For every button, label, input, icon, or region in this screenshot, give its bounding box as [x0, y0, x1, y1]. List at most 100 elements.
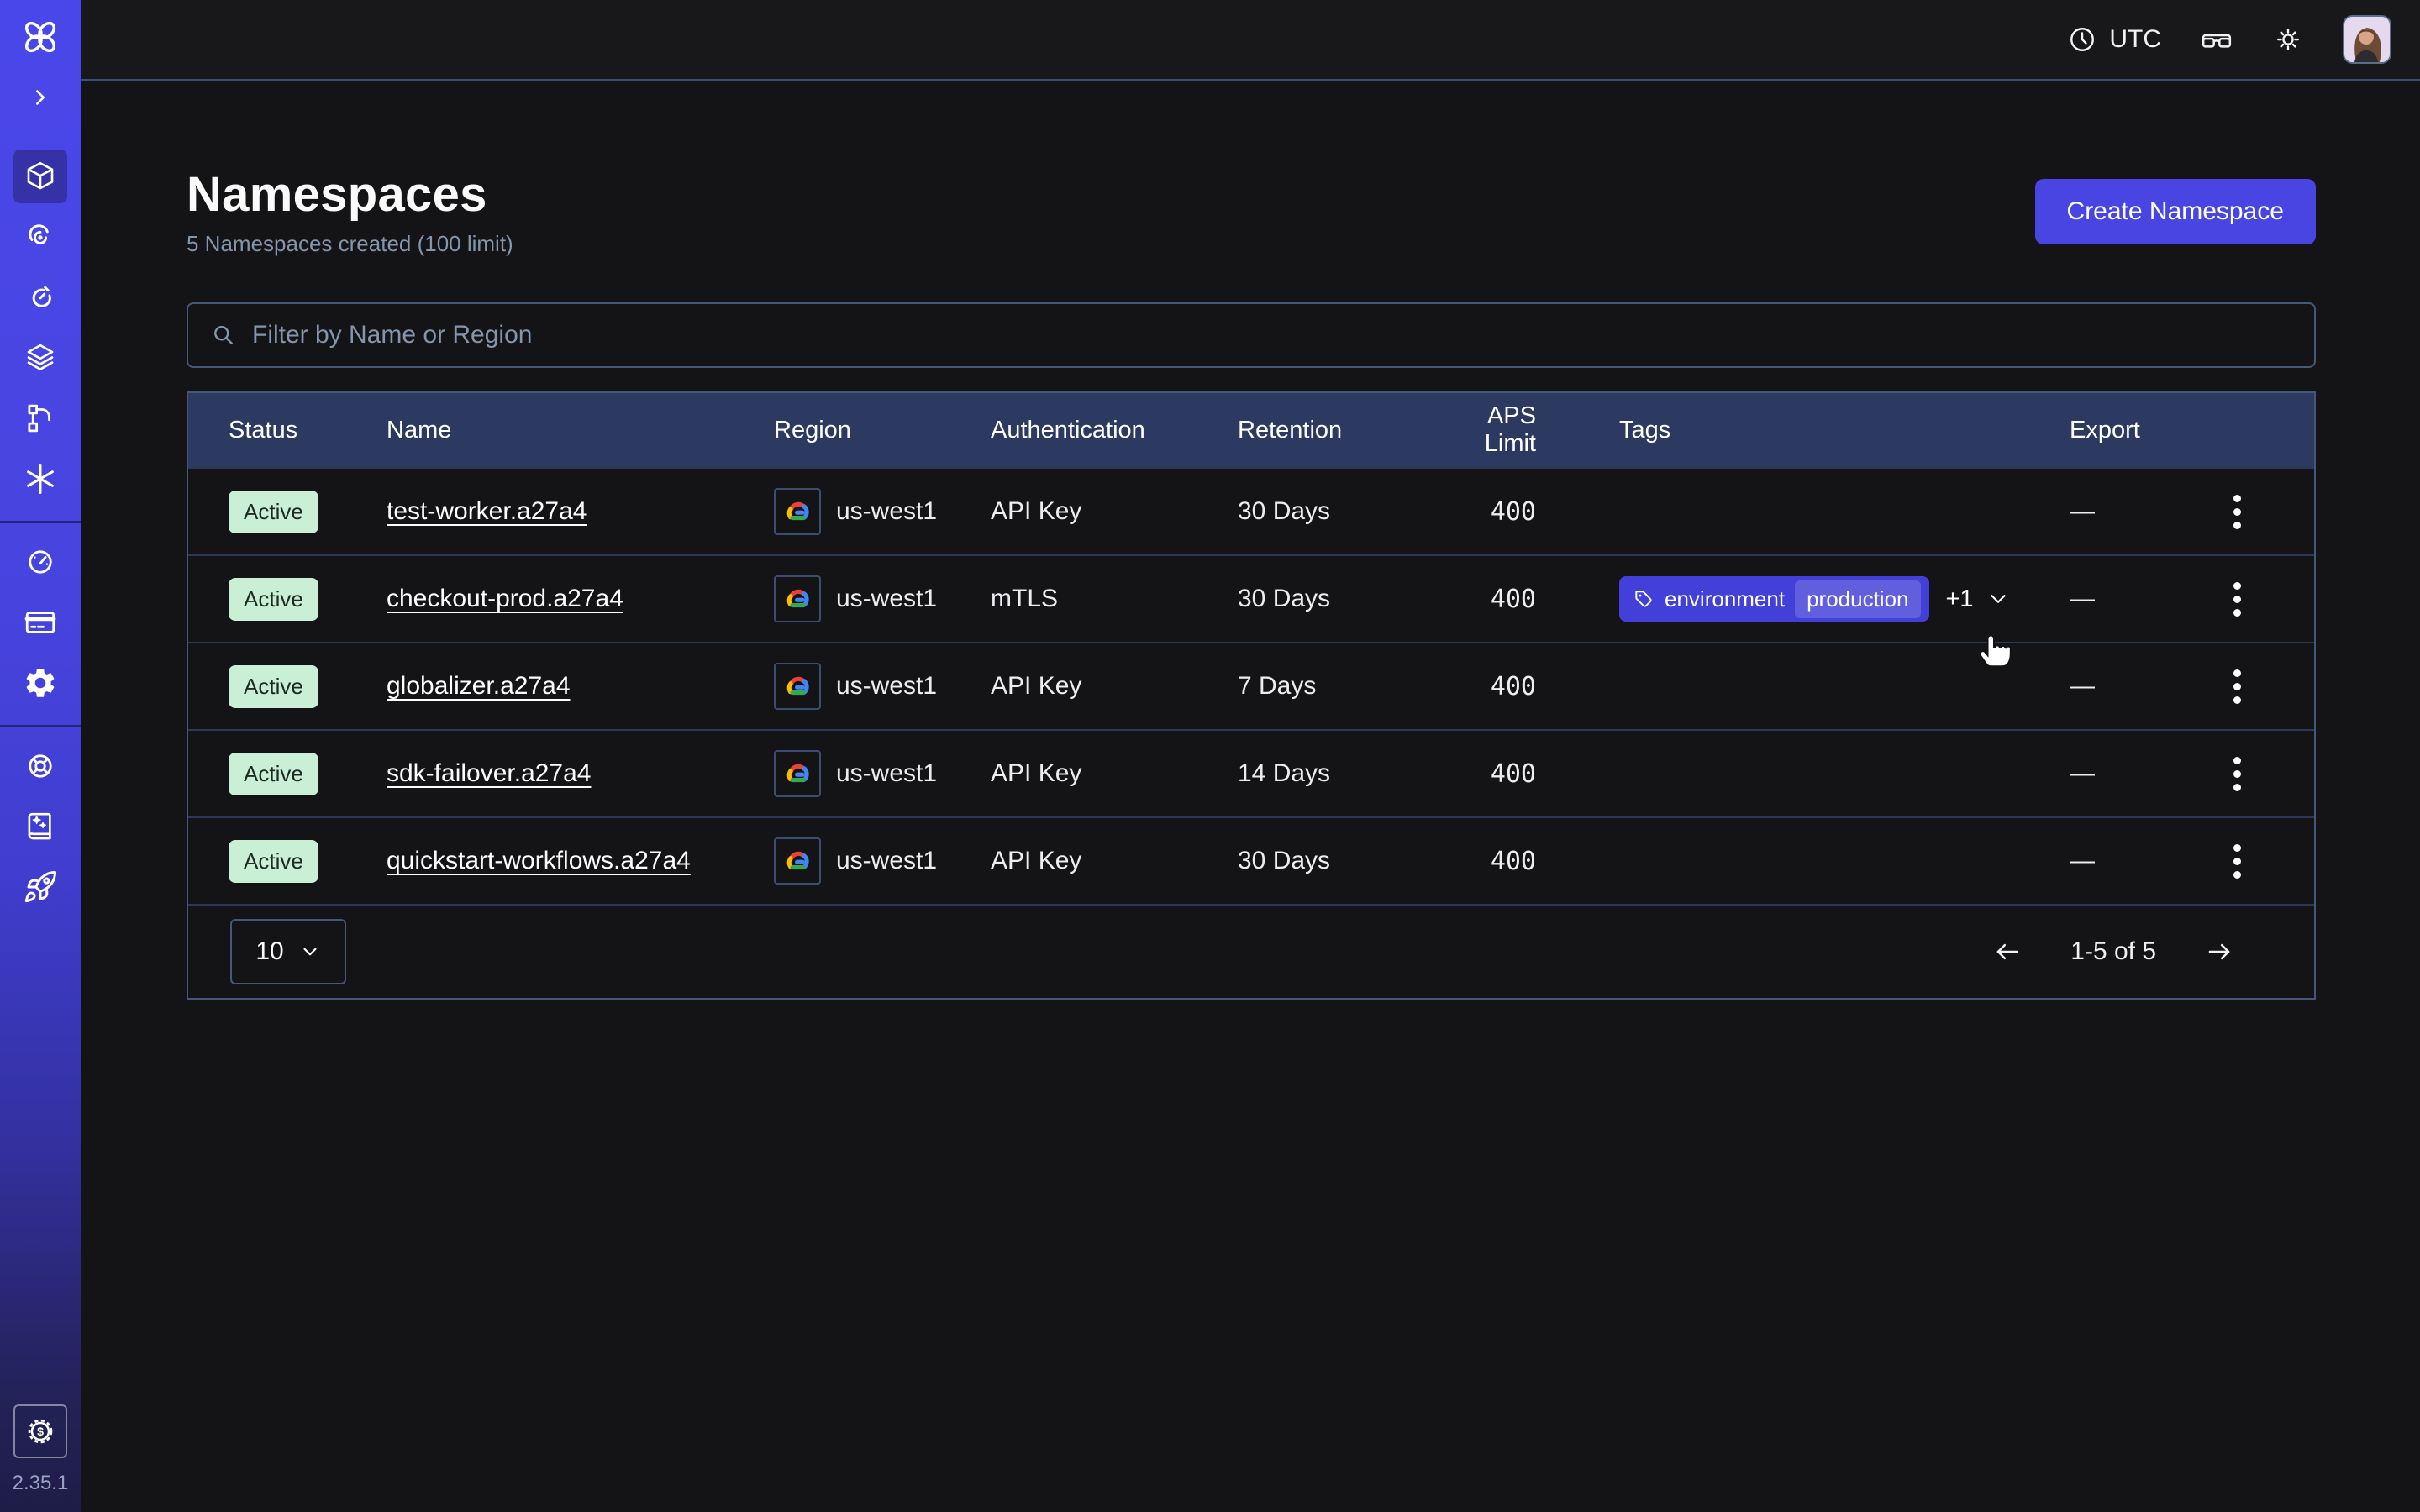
sidebar-item-namespaces[interactable]: [13, 150, 67, 203]
tag-pill[interactable]: environment production: [1619, 576, 1929, 622]
sidebar-item-docs[interactable]: [13, 800, 67, 853]
sidebar-item-schedules[interactable]: [13, 270, 67, 324]
credits-button[interactable]: $: [13, 1404, 67, 1458]
col-status: Status: [229, 417, 387, 444]
temporal-logo-icon: [18, 15, 62, 59]
row-menu-button[interactable]: [2212, 836, 2262, 886]
page-size-select[interactable]: 10: [230, 919, 346, 984]
sidebar-item-getting-started[interactable]: [13, 860, 67, 914]
tag-key: environment: [1665, 586, 1785, 612]
export-status: —: [2070, 847, 2212, 875]
namespace-link[interactable]: quickstart-workflows.a27a4: [387, 847, 691, 874]
svg-text:$: $: [37, 1425, 44, 1439]
auth-method: API Key: [991, 672, 1238, 701]
gcp-cloud-icon: [774, 663, 821, 710]
aps-limit: 400: [1430, 497, 1536, 527]
sidebar-expand-button[interactable]: [22, 79, 59, 116]
sun-icon: [2272, 24, 2304, 55]
page-size-value: 10: [255, 937, 283, 966]
row-menu-button[interactable]: [2212, 574, 2262, 624]
aps-limit: 400: [1430, 847, 1536, 876]
col-tags: Tags: [1536, 417, 2070, 444]
chevron-right-icon: [28, 85, 53, 110]
auth-method: API Key: [991, 759, 1238, 788]
sidebar-divider: [0, 521, 81, 523]
sidebar-item-workflows[interactable]: [13, 210, 67, 264]
page-title: Namespaces: [187, 166, 513, 223]
pagination-range: 1-5 of 5: [2070, 937, 2156, 966]
filter-bar: [187, 302, 2316, 368]
tag-more-count: +1: [1946, 585, 1974, 613]
accessibility-button[interactable]: [2200, 23, 2233, 56]
next-page-button[interactable]: [2203, 936, 2235, 968]
region-label: us-west1: [836, 585, 937, 613]
gcp-cloud-icon: [774, 488, 821, 535]
clock-icon: [2067, 24, 2097, 55]
aps-limit: 400: [1430, 585, 1536, 614]
export-status: —: [2070, 759, 2212, 788]
namespace-link[interactable]: sdk-failover.a27a4: [387, 759, 592, 787]
export-status: —: [2070, 585, 2212, 613]
table-row[interactable]: Active quickstart-workflows.a27a4 us-wes…: [188, 816, 2314, 904]
spiral-icon: [23, 219, 58, 255]
pagination: 1-5 of 5: [1991, 936, 2235, 968]
auth-method: API Key: [991, 497, 1238, 526]
export-status: —: [2070, 497, 2212, 526]
aps-limit: 400: [1430, 672, 1536, 701]
namespaces-table: Status Name Region Authentication Retent…: [187, 391, 2316, 1000]
sidebar-item-pipelines[interactable]: [13, 391, 67, 445]
gear-icon: [23, 665, 58, 701]
lifebuoy-icon: [23, 748, 58, 784]
gcp-cloud-icon: [774, 575, 821, 622]
region-label: us-west1: [836, 847, 937, 875]
dollar-badge-icon: $: [24, 1415, 57, 1448]
credit-card-icon: [23, 605, 58, 640]
tags-expand-button[interactable]: [1986, 586, 2011, 612]
sidebar-item-support[interactable]: [13, 739, 67, 793]
user-avatar[interactable]: [2343, 15, 2391, 64]
retention-period: 7 Days: [1238, 672, 1430, 701]
namespace-link[interactable]: test-worker.a27a4: [387, 497, 587, 525]
row-menu-button[interactable]: [2212, 486, 2262, 537]
sidebar-item-usage[interactable]: [13, 535, 67, 589]
sidebar-item-nexus[interactable]: [13, 452, 67, 506]
table-row[interactable]: Active sdk-failover.a27a4 us-west1 API K…: [188, 729, 2314, 816]
row-menu-button[interactable]: [2212, 748, 2262, 799]
sidebar-bottom: $ 2.35.1: [13, 1404, 69, 1512]
glasses-icon: [2200, 23, 2233, 56]
table-row[interactable]: Active test-worker.a27a4 us-west1 API Ke…: [188, 467, 2314, 554]
col-authentication: Authentication: [991, 417, 1238, 444]
app-version: 2.35.1: [13, 1472, 69, 1495]
col-export: Export: [2070, 417, 2212, 444]
col-retention: Retention: [1238, 417, 1430, 444]
sidebar-divider: [0, 725, 81, 727]
git-branch-icon: [23, 401, 58, 436]
sidebar-item-billing[interactable]: [13, 596, 67, 649]
table-row[interactable]: Active globalizer.a27a4 us-west1 API Key…: [188, 642, 2314, 729]
filter-input[interactable]: [252, 321, 2294, 349]
retention-period: 30 Days: [1238, 585, 1430, 613]
status-badge: Active: [229, 491, 318, 533]
namespace-link[interactable]: checkout-prod.a27a4: [387, 585, 623, 612]
region-label: us-west1: [836, 672, 937, 701]
timezone-label: UTC: [2109, 25, 2161, 54]
page-subtitle: 5 Namespaces created (100 limit): [187, 231, 513, 257]
sidebar-item-settings[interactable]: [13, 656, 67, 710]
cube-icon: [23, 159, 58, 194]
rocket-icon: [23, 869, 58, 905]
table-row[interactable]: Active checkout-prod.a27a4 us-west1 mTLS…: [188, 554, 2314, 642]
sidebar-item-deployments[interactable]: [13, 331, 67, 385]
create-namespace-button[interactable]: Create Namespace: [2035, 179, 2316, 244]
gcp-cloud-icon: [774, 750, 821, 797]
row-menu-button[interactable]: [2212, 661, 2262, 711]
table-footer: 10 1-5 of 5: [188, 904, 2314, 998]
asterisk-icon: [23, 461, 58, 496]
namespace-link[interactable]: globalizer.a27a4: [387, 672, 571, 700]
theme-toggle-button[interactable]: [2272, 24, 2304, 55]
auth-method: API Key: [991, 847, 1238, 875]
tag-icon: [1633, 588, 1655, 610]
prev-page-button[interactable]: [1991, 936, 2023, 968]
retention-period: 30 Days: [1238, 847, 1430, 875]
topbar: UTC: [81, 0, 2420, 81]
timezone-selector[interactable]: UTC: [2067, 24, 2161, 55]
